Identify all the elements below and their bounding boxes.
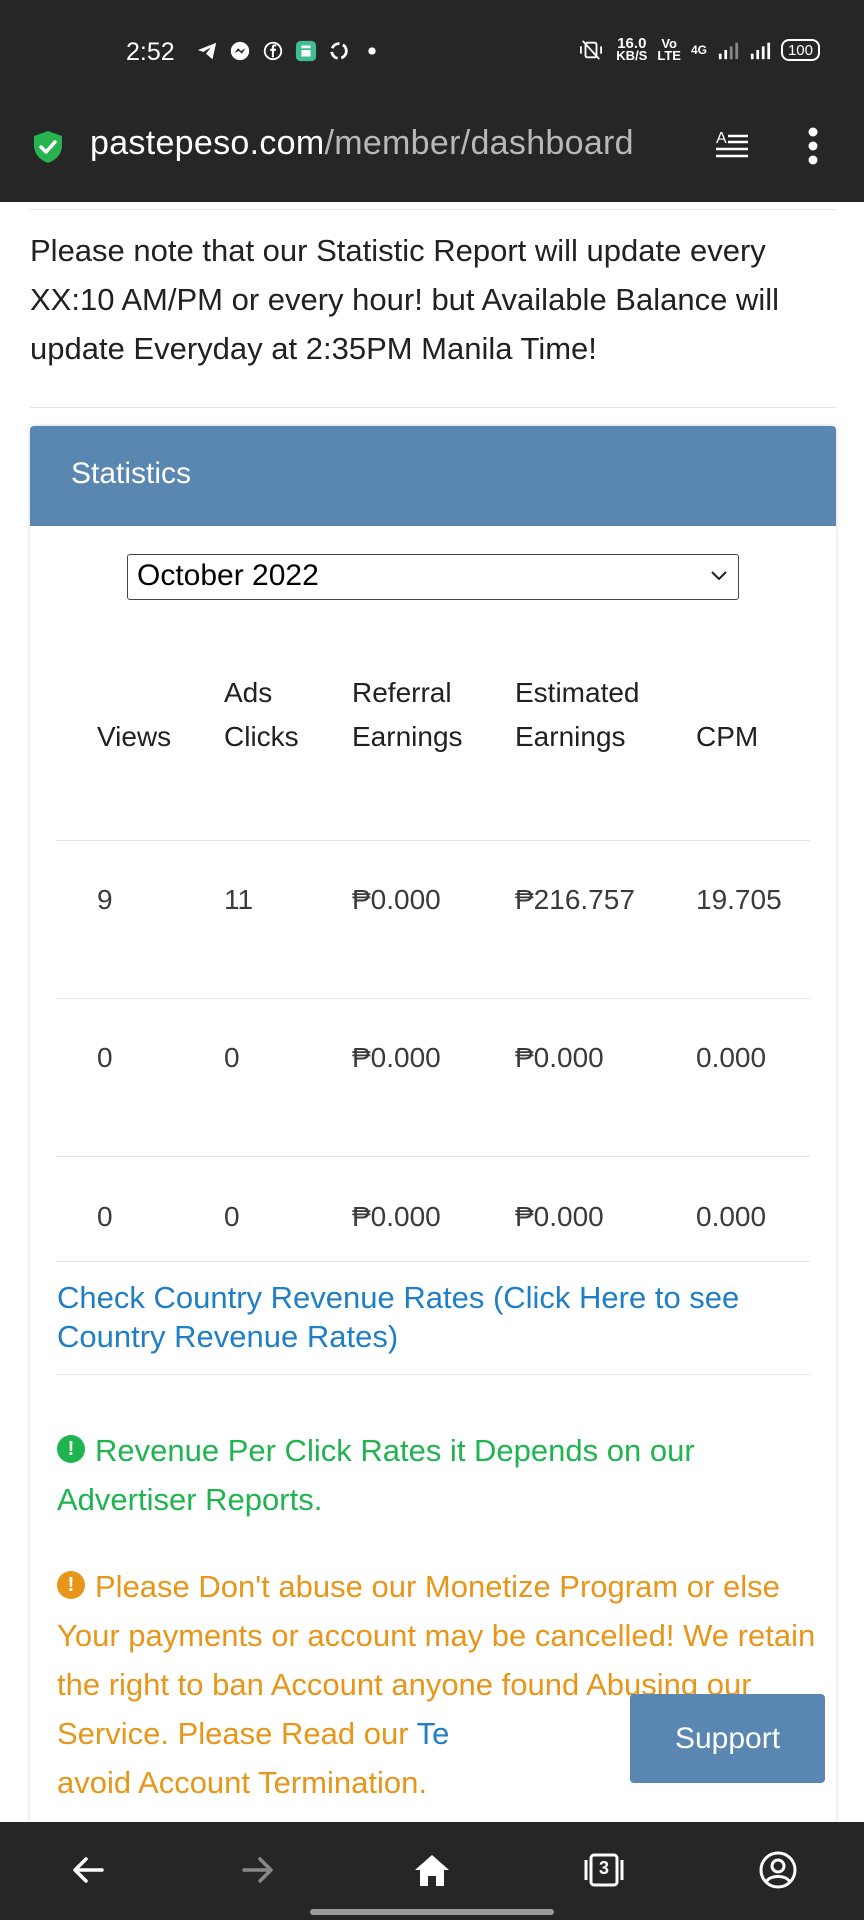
table-divider [56,998,810,999]
column-header-ads-clicks: Ads Clicks [224,671,299,759]
vibrate-icon [576,39,606,61]
more-notifications-dot-icon [361,40,383,62]
terms-link[interactable]: Te [417,1716,450,1751]
column-header-views: Views [97,715,171,759]
info-success-icon [57,1435,85,1463]
cell-ads-clicks: 0 [224,1042,240,1073]
cell-estimated-earnings: ₱216.757 [515,884,635,915]
secure-shield-icon[interactable] [32,130,64,164]
page-content: Please note that our Statistic Report wi… [0,202,864,1836]
reader-mode-icon[interactable]: A [714,128,750,162]
revenue-per-click-text: Revenue Per Click Rates it Depends on ou… [57,1433,695,1517]
volte-bottom: LTE [657,48,681,63]
column-header-estimated-line2: Earnings [515,721,626,752]
column-header-cpm-text: CPM [696,721,759,752]
tab-count: 3 [598,1858,609,1878]
network-type: 4G [690,43,707,57]
cell-cpm: 19.705 [696,884,782,915]
column-header-ads-clicks-line1: Ads [224,677,273,708]
divider [56,1374,810,1375]
overflow-menu-icon[interactable] [806,126,820,166]
network-speed-unit: KB/S [616,48,648,63]
divider [30,209,836,210]
home-icon[interactable] [412,1850,452,1890]
column-header-estimated-line1: Estimated [515,677,640,708]
cell-referral-earnings: ₱0.000 [352,884,441,915]
warning-icon [57,1571,85,1599]
cell-estimated-earnings: ₱0.000 [515,1042,604,1073]
system-icons: 16.0 KB/S Vo LTE 4G 100 [576,36,820,63]
network-speed: 16.0 KB/S [616,36,648,63]
url-field[interactable]: pastepeso.com/member/dashboard [90,124,634,163]
cell-views: 9 [97,884,113,915]
sync-icon [328,40,350,62]
month-select[interactable]: October 2022 [127,554,739,600]
chevron-down-icon [711,571,727,581]
cell-referral-earnings: ₱0.000 [352,1042,441,1073]
column-header-ads-clicks-line2: Clicks [224,721,299,752]
column-header-estimated-earnings: Estimated Earnings [515,671,640,759]
volte-indicator: Vo LTE [657,37,681,63]
update-notice: Please note that our Statistic Report wi… [30,233,779,366]
svg-text:A: A [716,130,727,147]
abuse-warning-text-end: avoid Account Termination. [57,1765,427,1800]
statistics-card-title: Statistics [30,426,836,526]
facebook-icon [262,40,284,62]
tab-switcher-icon[interactable]: 3 [584,1850,624,1890]
column-header-referral-line2: Earnings [352,721,463,752]
calculator-app-icon [295,40,317,62]
status-time: 2:52 [126,38,175,66]
revenue-per-click-notice: Revenue Per Click Rates it Depends on ou… [57,1426,817,1524]
status-bar: 2:52 16.0 KB/S Vo LTE 4G 100 [0,0,864,108]
telegram-icon [196,40,218,62]
table-divider [56,840,810,841]
url-path: /member/dashboard [324,124,634,162]
statistics-card: Statistics October 2022 Views Ads Clicks… [30,426,836,1836]
cell-views: 0 [97,1201,113,1232]
cell-views: 0 [97,1042,113,1073]
signal-strength-icon-2 [749,39,771,61]
country-revenue-rates-link[interactable]: Check Country Revenue Rates (Click Here … [57,1278,817,1356]
cell-estimated-earnings: ₱0.000 [515,1201,604,1232]
table-divider [56,1156,810,1157]
notification-icons [196,40,383,62]
battery-indicator: 100 [780,39,820,61]
messenger-icon [229,40,251,62]
gesture-handle[interactable] [310,1909,554,1915]
column-header-referral-line1: Referral [352,677,452,708]
cell-ads-clicks: 11 [224,884,254,915]
signal-strength-icon-1 [717,39,739,61]
table-divider [56,1261,810,1262]
cell-ads-clicks: 0 [224,1201,240,1232]
column-header-views-text: Views [97,721,172,752]
cell-referral-earnings: ₱0.000 [352,1201,441,1232]
back-arrow-icon[interactable] [68,1850,108,1890]
divider [30,407,836,408]
month-select-value: October 2022 [137,559,319,592]
url-domain: pastepeso.com [90,124,325,162]
column-header-cpm: CPM [696,715,758,759]
column-header-referral-earnings: Referral Earnings [352,671,463,759]
forward-arrow-icon[interactable] [238,1850,278,1890]
cell-cpm: 0.000 [696,1042,767,1073]
support-button[interactable]: Support [630,1694,825,1783]
cell-cpm: 0.000 [696,1201,767,1232]
account-icon[interactable] [758,1850,798,1890]
